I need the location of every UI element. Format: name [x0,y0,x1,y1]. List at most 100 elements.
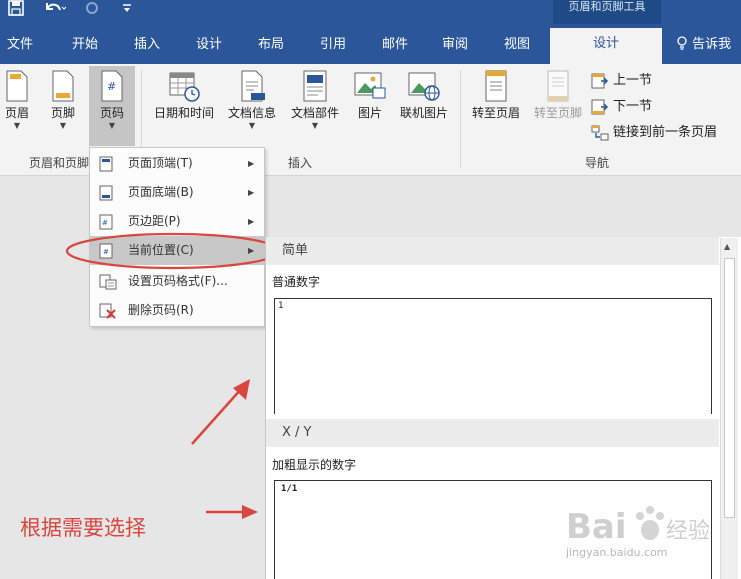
goto-footer-label: 转至页脚 [533,106,582,120]
header-icon [6,70,28,102]
tell-me-label: 告诉我 [692,37,732,52]
save-icon[interactable] [8,0,24,24]
gallery-item-label-bold-numbers: 加粗显示的数字 [272,458,357,472]
tab-home[interactable]: 开始 [62,34,108,56]
link-to-previous-label: 链接到前一条页眉 [613,125,718,140]
page-margins-icon: # [99,214,113,230]
group-label-insert: 插入 [288,156,313,170]
next-section-label: 下一节 [613,99,653,114]
menu-item-bottom-of-page[interactable]: 页面底端(B) ▶ [90,178,264,207]
watermark-url: jingyan.baidu.com [566,546,668,559]
top-of-page-icon [99,156,113,172]
chevron-right-icon: ▶ [248,188,255,197]
menu-item-label: 删除页码(R) [128,303,194,317]
tab-view[interactable]: 视图 [494,34,540,56]
tab-review[interactable]: 审阅 [432,34,478,56]
picture-label: 图片 [357,106,382,120]
chevron-down-icon: ▼ [311,121,319,130]
tell-me-box[interactable]: 告诉我 [676,34,731,56]
gallery-item-plain-number[interactable]: 1 [274,298,712,414]
tab-layout[interactable]: 布局 [248,34,294,56]
highlight-ellipse [65,232,281,270]
footer-button[interactable]: 页脚 ▼ [44,70,82,150]
header-button[interactable]: 页眉 ▼ [0,70,34,150]
calendar-clock-icon [169,72,200,102]
previous-section-button[interactable]: 上一节 [591,70,652,92]
chevron-down-icon: ▼ [108,121,116,130]
ribbon-tab-row: 文件 开始 插入 设计 布局 引用 邮件 审阅 视图 设计 告诉我 [0,24,741,64]
online-picture-icon [408,72,440,101]
document-parts-button[interactable]: 文档部件 ▼ [285,70,345,130]
scroll-up-icon[interactable]: ▲ [724,242,730,251]
menu-item-label: 设置页码格式(F)... [128,274,228,288]
tab-header-footer-design[interactable]: 设计 [550,28,662,64]
goto-footer-button: 转至页脚 [528,70,588,121]
title-bar: 页眉和页脚工具 [0,0,741,24]
footer-icon [52,70,74,102]
annotation-arrow-right [206,505,258,519]
remove-page-numbers-icon [99,303,116,319]
lightbulb-icon [676,36,692,52]
document-info-button[interactable]: 文档信息 ▼ [222,70,282,130]
chevron-down-icon: ▼ [59,121,67,130]
menu-item-label: 页面顶端(T) [128,156,193,170]
goto-header-label: 转至页眉 [471,106,520,120]
annotation-text: 根据需要选择 [20,516,146,540]
goto-footer-icon [547,70,569,102]
undo-icon[interactable] [44,0,67,24]
page-number-button[interactable]: # 页码 ▼ [89,66,135,146]
annotation-arrow-up [191,379,250,445]
page-number-icon: # [101,70,123,102]
customize-toolbar-icon[interactable] [122,0,132,24]
svg-text:#: # [102,219,108,227]
svg-text:#: # [107,80,116,93]
document-info-label: 文档信息 [227,106,276,120]
header-label: 页眉 [4,106,29,120]
tab-insert[interactable]: 插入 [124,34,170,56]
next-section-button[interactable]: 下一节 [591,96,652,118]
footer-label: 页脚 [50,106,75,120]
online-picture-button[interactable]: 联机图片 [394,70,454,121]
chevron-down-icon: ▼ [248,121,256,130]
previous-section-label: 上一节 [613,73,653,88]
previous-section-icon [591,73,609,88]
group-label-navigation: 导航 [585,156,610,170]
page-number-label: 页码 [99,106,124,120]
tab-mailings[interactable]: 邮件 [372,34,418,56]
link-to-previous-button[interactable]: 链接到前一条页眉 [591,122,717,144]
picture-icon [354,72,386,99]
tab-references[interactable]: 引用 [310,34,356,56]
redo-icon[interactable] [84,0,100,24]
menu-item-format-page-numbers[interactable]: 设置页码格式(F)... [90,267,264,296]
document-parts-label: 文档部件 [290,106,339,120]
date-time-button[interactable]: 日期和时间 [148,70,220,121]
group-label-header-footer: 页眉和页脚 [29,156,90,170]
contextual-tab-title: 页眉和页脚工具 [553,0,661,24]
gallery-preview-number: 1 [278,301,284,311]
gallery-preview-number: 1/1 [281,484,298,494]
menu-item-top-of-page[interactable]: 页面顶端(T) ▶ [90,149,264,178]
bottom-of-page-icon [99,185,113,201]
date-time-label: 日期和时间 [153,106,214,120]
tab-design[interactable]: 设计 [186,34,232,56]
menu-item-remove-page-numbers[interactable]: 删除页码(R) [90,296,264,325]
chevron-down-icon: ▼ [13,121,21,130]
tab-file[interactable]: 文件 [0,34,40,56]
document-parts-icon [303,70,327,102]
menu-item-label: 页面底端(B) [128,185,194,199]
chevron-right-icon: ▶ [248,159,255,168]
gallery-item-label-plain-number: 普通数字 [272,275,321,289]
svg-text:经验: 经验 [666,519,710,544]
link-icon [591,125,609,140]
format-page-numbers-icon [99,274,117,290]
svg-text:Bai: Bai [566,507,627,547]
picture-button[interactable]: 图片 [350,70,390,121]
group-separator [460,70,461,168]
gallery-section-header-xy: X / Y [266,419,719,447]
gallery-section-header-simple: 简单 [266,237,719,265]
goto-header-icon [485,70,507,102]
document-info-icon [241,70,265,102]
scrollbar-thumb[interactable] [724,258,735,518]
next-section-icon [591,99,609,114]
goto-header-button[interactable]: 转至页眉 [466,70,526,121]
